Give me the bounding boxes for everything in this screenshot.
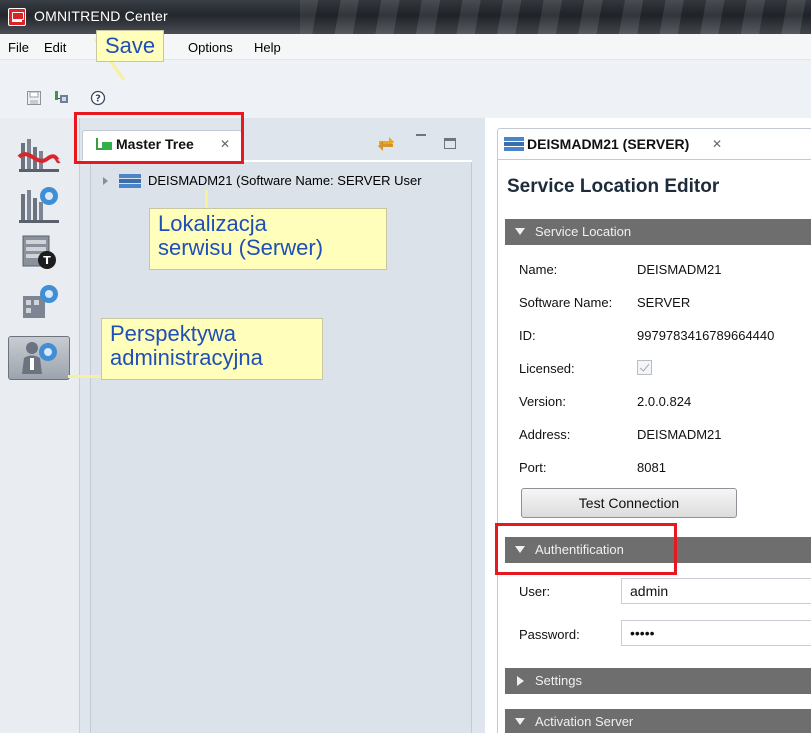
sync-icon[interactable] (376, 135, 396, 153)
section-settings[interactable]: Settings (505, 668, 811, 694)
expand-arrow-icon (517, 676, 524, 686)
name-value: DEISMADM21 (637, 262, 722, 277)
callout-service-location: Lokalizacja serwisu (Serwer) (149, 208, 387, 270)
server-icon (119, 174, 141, 188)
config-perspective-button[interactable] (8, 280, 70, 324)
toolbar: ? (0, 60, 811, 118)
version-label: Version: (519, 394, 566, 409)
collapse-arrow-icon (515, 718, 525, 725)
save-button[interactable] (24, 88, 44, 108)
section-authentication-label: Authentification (535, 542, 624, 557)
app-window: OMNITREND Center File Edit Options Help (0, 0, 811, 733)
section-activation-server-label: Activation Server (535, 714, 634, 729)
address-label: Address: (519, 427, 571, 442)
password-label: Password: (519, 627, 580, 642)
callout-leader (68, 375, 102, 378)
version-value: 2.0.0.824 (637, 394, 692, 409)
window-title: OMNITREND Center (34, 8, 168, 24)
callout-perspective-line2: administracyjna (110, 345, 263, 370)
id-value: 9979783416789664440 (637, 328, 775, 343)
licensed-label: Licensed: (519, 361, 575, 376)
save-icon (27, 91, 41, 105)
software-name-value: SERVER (637, 295, 691, 310)
callout-service-location-line1: Lokalizacja (158, 211, 267, 236)
callout-perspective-line1: Perspektywa (110, 321, 236, 346)
port-label: Port: (519, 460, 547, 475)
close-icon[interactable]: ✕ (712, 137, 722, 151)
user-label: User: (519, 584, 551, 599)
menu-options[interactable]: Options (188, 40, 233, 55)
callout-service-location-line2: serwisu (Serwer) (158, 235, 324, 260)
admin-perspective-button[interactable] (8, 336, 70, 380)
chart-perspective-icon (17, 139, 61, 172)
menu-file[interactable]: File (8, 40, 29, 55)
help-button[interactable]: ? (88, 88, 108, 108)
section-authentication[interactable]: Authentification (505, 537, 811, 563)
menu-edit[interactable]: Edit (44, 40, 66, 55)
minimize-icon[interactable] (416, 134, 426, 136)
section-service-location-label: Service Location (535, 224, 632, 239)
settings-perspective-icon (19, 187, 59, 223)
tab-master-tree-label: Master Tree (116, 136, 194, 152)
licensed-checkbox[interactable] (637, 360, 652, 375)
software-name-label: Software Name: (519, 295, 613, 310)
name-label: Name: (519, 262, 558, 277)
svg-text:?: ? (95, 94, 101, 105)
collapse-arrow-icon (515, 228, 525, 235)
perspective-bar: T (0, 118, 80, 733)
menu-help[interactable]: Help (254, 40, 281, 55)
user-input[interactable]: admin (621, 578, 811, 604)
section-service-location[interactable]: Service Location (505, 219, 811, 245)
config-perspective-icon (23, 285, 58, 318)
network-button[interactable] (52, 88, 72, 108)
help-icon: ? (90, 90, 106, 106)
maximize-icon[interactable] (444, 138, 456, 149)
editor-title: Service Location Editor (507, 176, 720, 197)
id-label: ID: (519, 328, 536, 343)
app-logo-icon (8, 8, 26, 26)
admin-perspective-icon (22, 342, 57, 374)
callout-save: Save (96, 30, 165, 62)
section-settings-label: Settings (535, 673, 582, 688)
address-value: DEISMADM21 (637, 427, 722, 442)
settings-perspective-button[interactable] (8, 182, 70, 226)
server-icon (504, 137, 524, 151)
chart-perspective-button[interactable] (8, 134, 70, 178)
test-connection-button[interactable]: Test Connection (521, 488, 737, 518)
terminal-perspective-button[interactable]: T (8, 230, 70, 274)
callout-perspective: Perspektywa administracyjna (101, 318, 323, 380)
terminal-perspective-icon: T (22, 235, 56, 269)
port-value: 8081 (637, 460, 666, 475)
close-icon[interactable]: ✕ (220, 137, 230, 151)
section-activation-server[interactable]: Activation Server (505, 709, 811, 733)
tree-icon (96, 138, 112, 150)
title-bar: OMNITREND Center (0, 0, 811, 34)
expand-arrow-icon[interactable] (103, 177, 108, 185)
network-icon (55, 91, 68, 103)
collapse-arrow-icon (515, 546, 525, 553)
editor-panel (497, 160, 811, 733)
tab-editor-label: DEISMADM21 (SERVER) (527, 136, 690, 152)
svg-text:T: T (43, 254, 51, 267)
password-input[interactable]: ••••• (621, 620, 811, 646)
tree-node-label: DEISMADM21 (Software Name: SERVER User (148, 173, 422, 188)
